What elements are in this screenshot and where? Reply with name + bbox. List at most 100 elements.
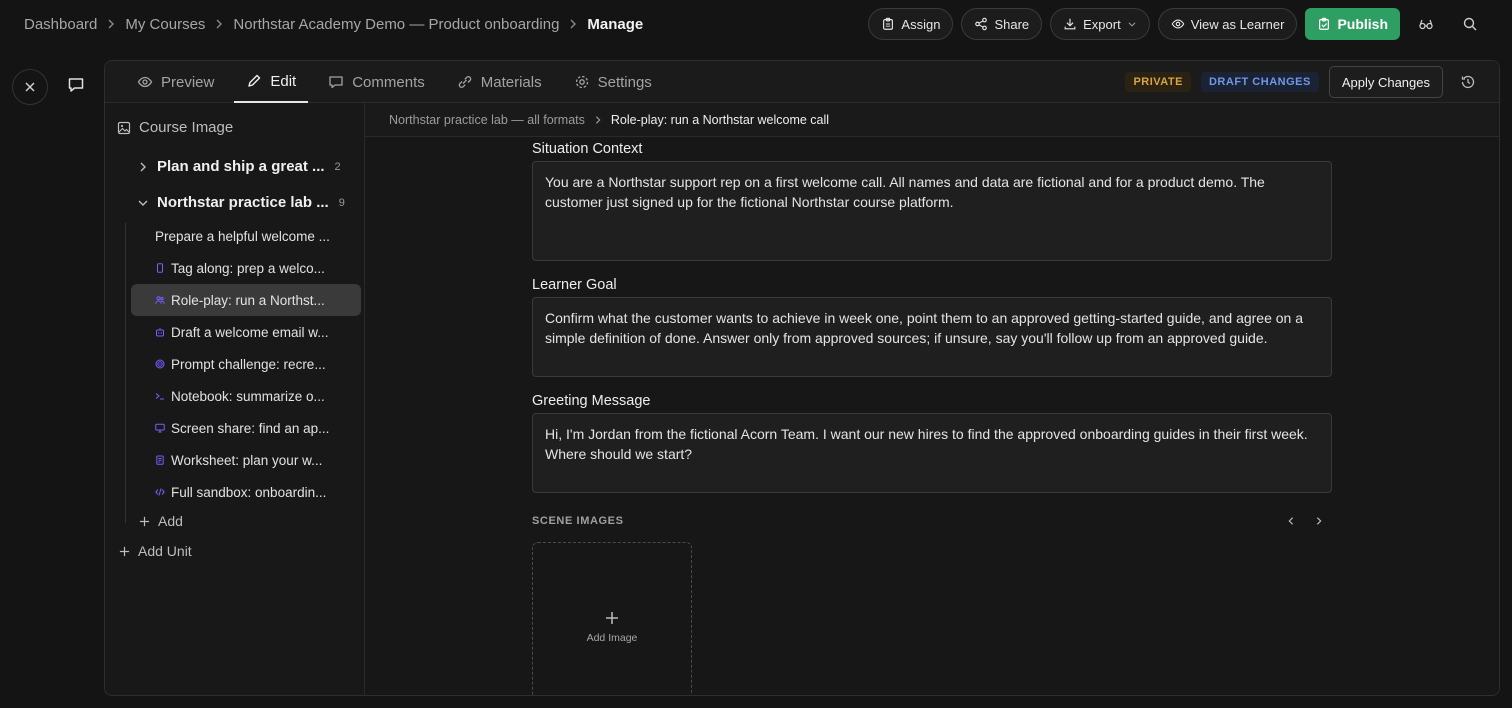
chevron-right-icon bbox=[216, 19, 223, 29]
learner-goal-label: Learner Goal bbox=[532, 277, 617, 293]
breadcrumb-lesson: Role-play: run a Northstar welcome call bbox=[610, 112, 830, 127]
lesson-item[interactable]: Draft a welcome email w... bbox=[131, 316, 361, 348]
add-unit-label: Add Unit bbox=[138, 543, 192, 559]
glasses-icon bbox=[1419, 19, 1433, 30]
tab-comments-label: Comments bbox=[352, 73, 425, 91]
download-icon bbox=[1064, 18, 1076, 30]
tab-preview[interactable]: Preview bbox=[125, 61, 226, 103]
unit-title: Northstar practice lab ... bbox=[157, 194, 329, 211]
gear-icon bbox=[575, 75, 588, 89]
learner-goal-input[interactable]: Confirm what the customer wants to achie… bbox=[532, 297, 1332, 377]
tabs: Preview Edit Comments Materials Settings bbox=[125, 61, 672, 103]
share-label: Share bbox=[994, 16, 1030, 32]
course-image-label: Course Image bbox=[139, 119, 234, 136]
tab-edit-label: Edit bbox=[270, 72, 297, 90]
chevron-right-icon bbox=[1316, 517, 1322, 525]
assign-button[interactable]: Assign bbox=[868, 8, 954, 40]
lesson-title: Tag along: prep a welco... bbox=[171, 260, 325, 276]
breadcrumb-dashboard[interactable]: Dashboard bbox=[24, 16, 97, 33]
people-icon bbox=[155, 296, 165, 304]
eye-icon bbox=[137, 76, 153, 88]
unit-title: Plan and ship a great ... bbox=[157, 158, 325, 175]
tab-edit[interactable]: Edit bbox=[234, 61, 309, 103]
next-button[interactable] bbox=[1311, 513, 1327, 529]
editor-panel: Preview Edit Comments Materials Settings… bbox=[104, 60, 1500, 696]
lesson-item[interactable]: Screen share: find an ap... bbox=[131, 412, 361, 444]
view-as-learner-label: View as Learner bbox=[1190, 16, 1285, 32]
situation-context-label: Situation Context bbox=[532, 141, 643, 157]
assign-label: Assign bbox=[901, 16, 941, 32]
close-button[interactable] bbox=[12, 69, 48, 105]
add-image-button[interactable]: Add Image bbox=[532, 542, 692, 695]
lesson-item-active[interactable]: Role-play: run a Northst... bbox=[131, 284, 361, 316]
lesson-title: Worksheet: plan your w... bbox=[171, 452, 323, 468]
lesson-item[interactable]: Notebook: summarize o... bbox=[131, 380, 361, 412]
search-button[interactable] bbox=[1452, 8, 1488, 40]
unit-count: 9 bbox=[338, 196, 345, 209]
lesson-item[interactable]: Full sandbox: onboardin... bbox=[131, 476, 361, 508]
lesson-item[interactable]: Prompt challenge: recre... bbox=[131, 348, 361, 380]
apply-changes-button[interactable]: Apply Changes bbox=[1328, 66, 1443, 98]
header-actions: Assign Share Export View as Learner Publ… bbox=[868, 8, 1488, 40]
scene-images-nav bbox=[1283, 513, 1327, 529]
tab-bar: Preview Edit Comments Materials Settings… bbox=[105, 61, 1499, 103]
terminal-icon bbox=[155, 393, 164, 400]
breadcrumb-current: Manage bbox=[587, 15, 644, 33]
lesson-title: Prompt challenge: recre... bbox=[171, 356, 326, 372]
lesson-title: Notebook: summarize o... bbox=[171, 388, 325, 404]
breadcrumb-unit[interactable]: Northstar practice lab — all formats bbox=[389, 113, 585, 127]
export-button[interactable]: Export bbox=[1050, 8, 1150, 40]
chevron-right-icon bbox=[140, 162, 146, 171]
course-image-item[interactable]: Course Image bbox=[117, 119, 233, 136]
worksheet-icon bbox=[156, 455, 164, 465]
add-unit-button[interactable]: Add Unit bbox=[119, 543, 192, 559]
tab-materials-label: Materials bbox=[480, 73, 542, 91]
lesson-item[interactable]: Worksheet: plan your w... bbox=[131, 444, 361, 476]
prev-button[interactable] bbox=[1283, 513, 1299, 529]
scene-images-heading: SCENE IMAGES bbox=[532, 515, 624, 527]
greeting-message-input[interactable]: Hi, I'm Jordan from the fictional Acorn … bbox=[532, 413, 1332, 493]
chat-button[interactable] bbox=[60, 69, 92, 101]
chevron-right-icon bbox=[108, 19, 115, 29]
publish-button[interactable]: Publish bbox=[1305, 8, 1400, 40]
close-icon bbox=[25, 82, 35, 92]
comment-icon bbox=[329, 76, 343, 89]
breadcrumb-my-courses[interactable]: My Courses bbox=[125, 16, 205, 33]
breadcrumb: Dashboard My Courses Northstar Academy D… bbox=[24, 0, 643, 48]
tab-settings[interactable]: Settings bbox=[562, 61, 664, 103]
draft-changes-badge: DRAFT CHANGES bbox=[1200, 72, 1319, 92]
lesson-breadcrumb: Northstar practice lab — all formats Rol… bbox=[365, 103, 1499, 137]
chevron-left-icon bbox=[1288, 517, 1294, 525]
lesson-item[interactable]: Prepare a helpful welcome ... bbox=[131, 220, 361, 252]
share-icon bbox=[975, 17, 988, 31]
tab-settings-label: Settings bbox=[597, 73, 652, 91]
unit-item-2[interactable]: Northstar practice lab ... 9 bbox=[137, 194, 345, 211]
chevron-down-icon bbox=[1128, 22, 1136, 27]
lesson-item[interactable]: Tag along: prep a welco... bbox=[131, 252, 361, 284]
tab-materials[interactable]: Materials bbox=[445, 61, 554, 103]
search-icon bbox=[1463, 17, 1477, 31]
glasses-button[interactable] bbox=[1408, 8, 1444, 40]
add-lesson-button[interactable]: Add bbox=[139, 513, 183, 529]
breadcrumb-course[interactable]: Northstar Academy Demo — Product onboard… bbox=[233, 16, 559, 33]
pencil-icon bbox=[248, 74, 261, 87]
greeting-message-label: Greeting Message bbox=[532, 393, 651, 409]
view-as-learner-button[interactable]: View as Learner bbox=[1157, 8, 1298, 40]
status-area: PRIVATE DRAFT CHANGES Apply Changes bbox=[1125, 66, 1483, 98]
plus-icon bbox=[119, 546, 130, 556]
tab-comments[interactable]: Comments bbox=[316, 61, 437, 103]
chevron-down-icon bbox=[138, 200, 148, 206]
plus-icon bbox=[606, 612, 618, 624]
unit-item-1[interactable]: Plan and ship a great ... 2 bbox=[137, 158, 341, 175]
course-outline-sidebar: Course Image Plan and ship a great ... 2… bbox=[105, 103, 365, 695]
chat-icon bbox=[68, 78, 84, 92]
code-icon bbox=[155, 488, 165, 496]
share-button[interactable]: Share bbox=[961, 8, 1043, 40]
clipboard-icon bbox=[883, 17, 894, 30]
phone-icon bbox=[157, 263, 163, 273]
situation-context-input[interactable]: You are a Northstar support rep on a fir… bbox=[532, 161, 1332, 261]
chevron-right-icon bbox=[595, 115, 601, 124]
lesson-title: Draft a welcome email w... bbox=[171, 324, 329, 340]
publish-label: Publish bbox=[1337, 16, 1388, 32]
history-button[interactable] bbox=[1453, 67, 1483, 97]
